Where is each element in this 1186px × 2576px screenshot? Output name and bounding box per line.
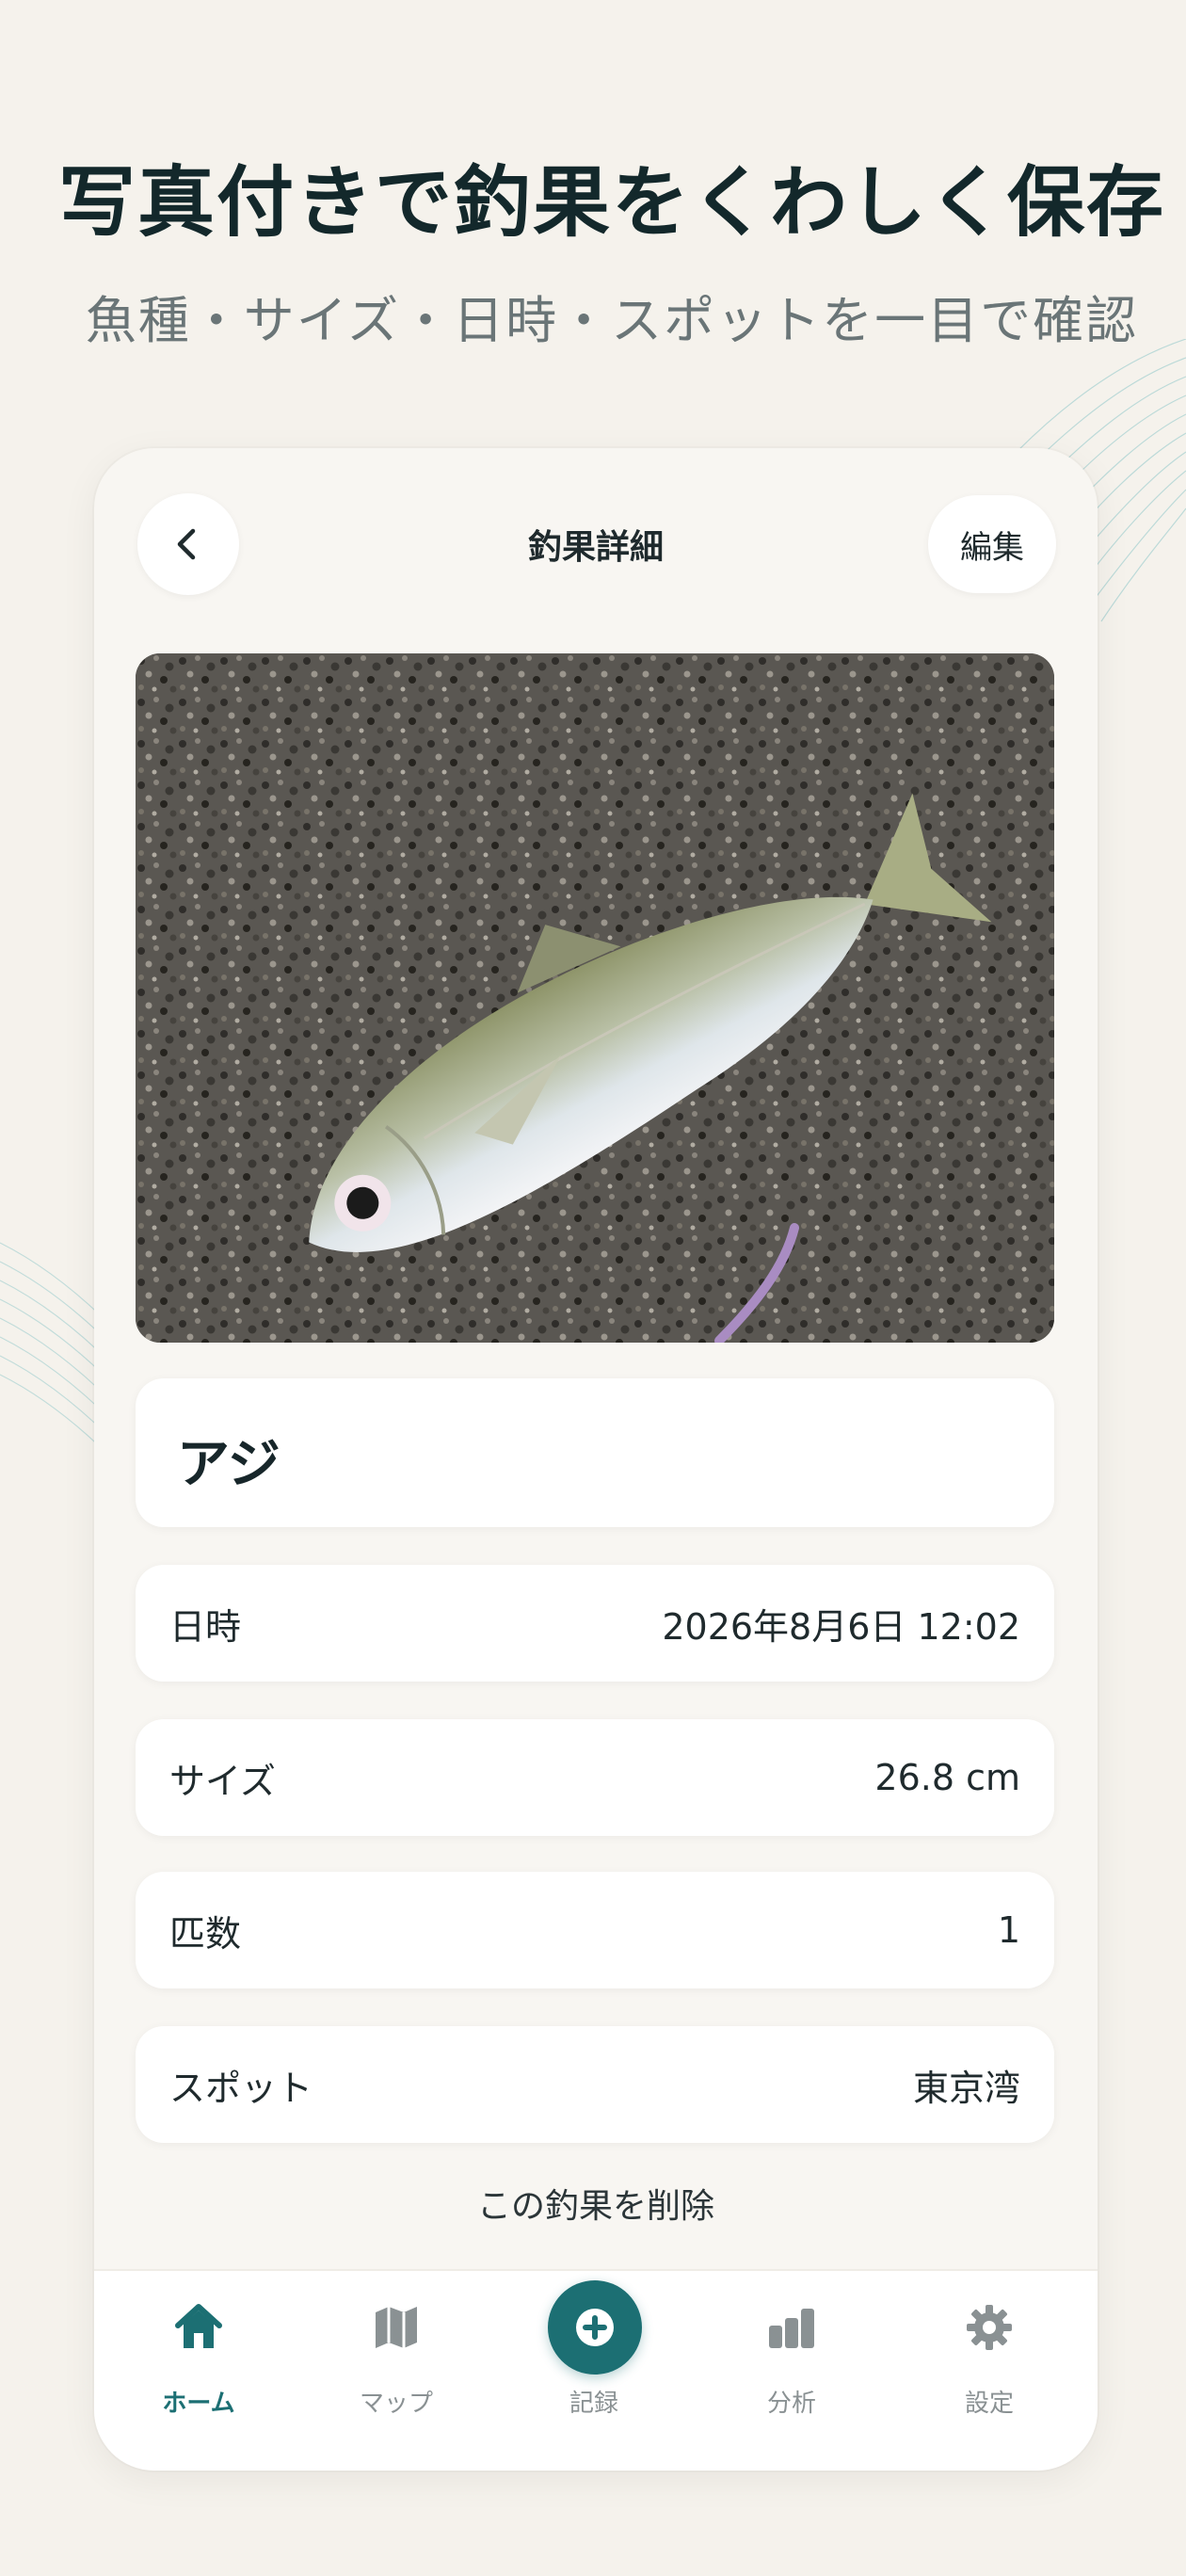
gear-icon <box>967 2305 1012 2350</box>
promo-headline: 写真付きで釣果をくわしく保存 <box>57 158 1165 248</box>
detail-label: スポット <box>169 2067 313 2109</box>
app-screen: 釣果詳細 編集 アジ 日時 2026年8月6日 12:02 サイズ 26.8 c… <box>94 448 1098 2471</box>
detail-label: 匹数 <box>169 1912 242 1955</box>
tab-label: 分析 <box>766 2390 816 2418</box>
species-card: アジ <box>136 1378 1054 1527</box>
navigation-bar: 釣果詳細 編集 <box>94 448 1098 636</box>
tab-label: 設定 <box>964 2390 1014 2418</box>
add-icon <box>576 2309 614 2346</box>
tab-label: 記録 <box>569 2390 618 2418</box>
detail-label: サイズ <box>169 1760 276 1802</box>
detail-row-size: サイズ 26.8 cm <box>136 1719 1054 1836</box>
detail-row-datetime: 日時 2026年8月6日 12:02 <box>136 1565 1054 1682</box>
tab-record[interactable]: 記録 <box>495 2271 693 2471</box>
catch-photo <box>136 653 1054 1343</box>
tab-map[interactable]: マップ <box>297 2271 495 2471</box>
delete-catch-button[interactable]: この釣果を削除 <box>94 2179 1098 2228</box>
detail-row-count: 匹数 1 <box>136 1872 1054 1988</box>
home-icon <box>175 2304 222 2348</box>
species-name: アジ <box>177 1434 280 1495</box>
detail-value: 2026年8月6日 12:02 <box>662 1605 1020 1648</box>
detail-value: 東京湾 <box>912 2067 1020 2109</box>
detail-label: 日時 <box>169 1605 242 1648</box>
tab-label: マップ <box>359 2390 433 2418</box>
detail-row-spot: スポット 東京湾 <box>136 2026 1054 2143</box>
edit-button[interactable]: 編集 <box>928 495 1056 593</box>
fish-photo-image <box>136 653 1054 1343</box>
tab-home[interactable]: ホーム <box>100 2271 297 2471</box>
promo-subhead: 魚種・サイズ・日時・スポットを一目で確認 <box>85 291 1139 350</box>
tab-analysis[interactable]: 分析 <box>693 2271 890 2471</box>
bar-chart-icon <box>769 2309 814 2348</box>
record-button[interactable] <box>548 2280 642 2375</box>
tab-settings[interactable]: 設定 <box>890 2271 1088 2471</box>
tab-label: ホーム <box>162 2390 235 2418</box>
detail-value: 1 <box>997 1909 1020 1951</box>
map-icon <box>376 2307 417 2348</box>
tab-bar: ホーム マップ 記録 分析 設定 <box>94 2269 1098 2471</box>
detail-value: 26.8 cm <box>874 1757 1020 1798</box>
